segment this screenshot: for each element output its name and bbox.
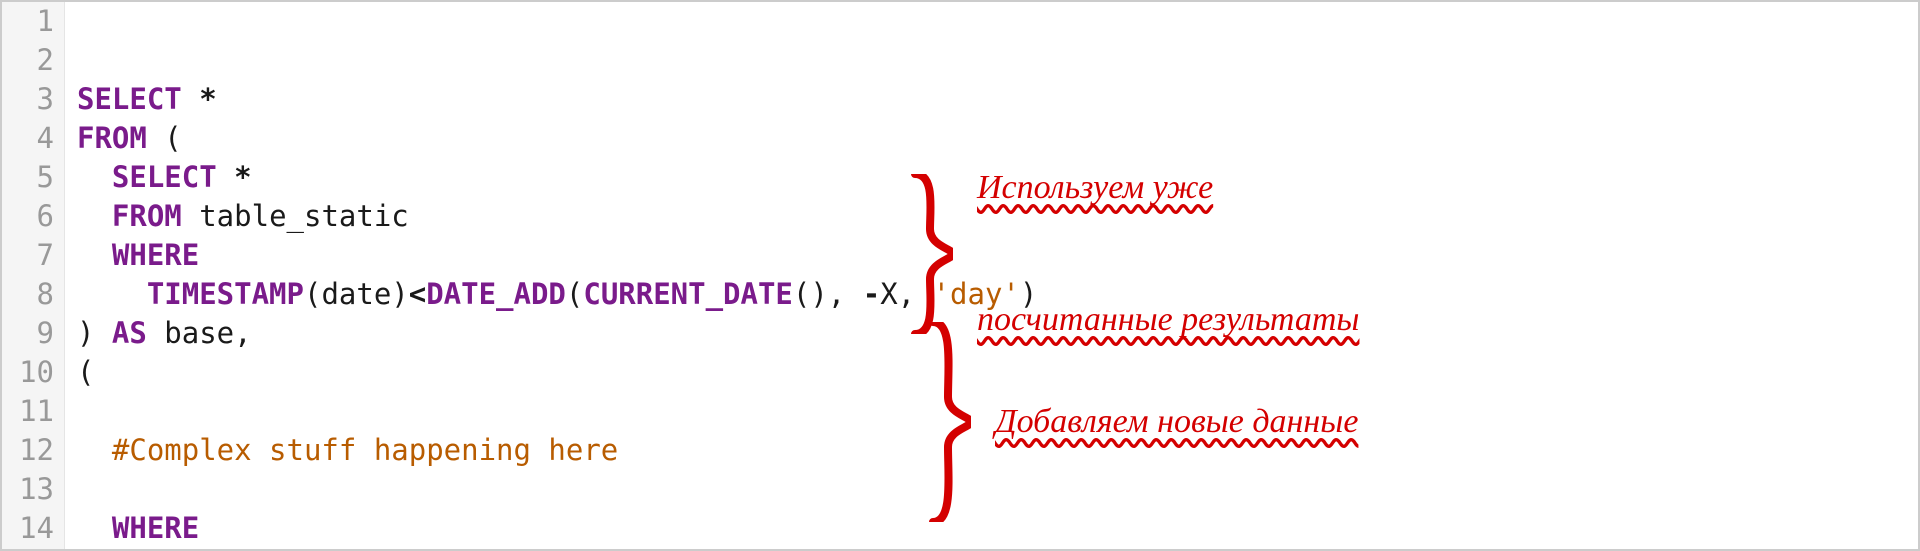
line-number-gutter: 1234567891011121314 <box>2 2 65 549</box>
line-number: 13 <box>2 470 54 509</box>
code-area: SELECT *FROM ( SELECT * FROM table_stati… <box>65 2 1055 549</box>
line-number: 5 <box>2 158 54 197</box>
code-editor-viewport: 1234567891011121314 SELECT *FROM ( SELEC… <box>0 0 1920 551</box>
code-line <box>77 470 1055 509</box>
code-line: #Complex stuff happening here <box>77 431 1055 470</box>
line-number: 12 <box>2 431 54 470</box>
brace-icon <box>905 174 953 334</box>
line-number: 8 <box>2 275 54 314</box>
code-line: WHERE <box>77 509 1055 548</box>
line-number: 14 <box>2 509 54 548</box>
line-number: 4 <box>2 119 54 158</box>
annotation-add-new: Добавляем новые данные <box>923 312 1358 532</box>
line-number: 1 <box>2 2 54 41</box>
line-number: 7 <box>2 236 54 275</box>
line-number: 10 <box>2 353 54 392</box>
code-editor: 1234567891011121314 SELECT *FROM ( SELEC… <box>2 2 1918 549</box>
line-number: 9 <box>2 314 54 353</box>
line-number: 2 <box>2 41 54 80</box>
annotation-text: Используем уже <box>977 166 1359 210</box>
line-number: 11 <box>2 392 54 431</box>
line-number: 3 <box>2 80 54 119</box>
line-number: 6 <box>2 197 54 236</box>
brace-icon <box>923 322 971 522</box>
annotation-text: Добавляем новые данные <box>995 400 1358 444</box>
